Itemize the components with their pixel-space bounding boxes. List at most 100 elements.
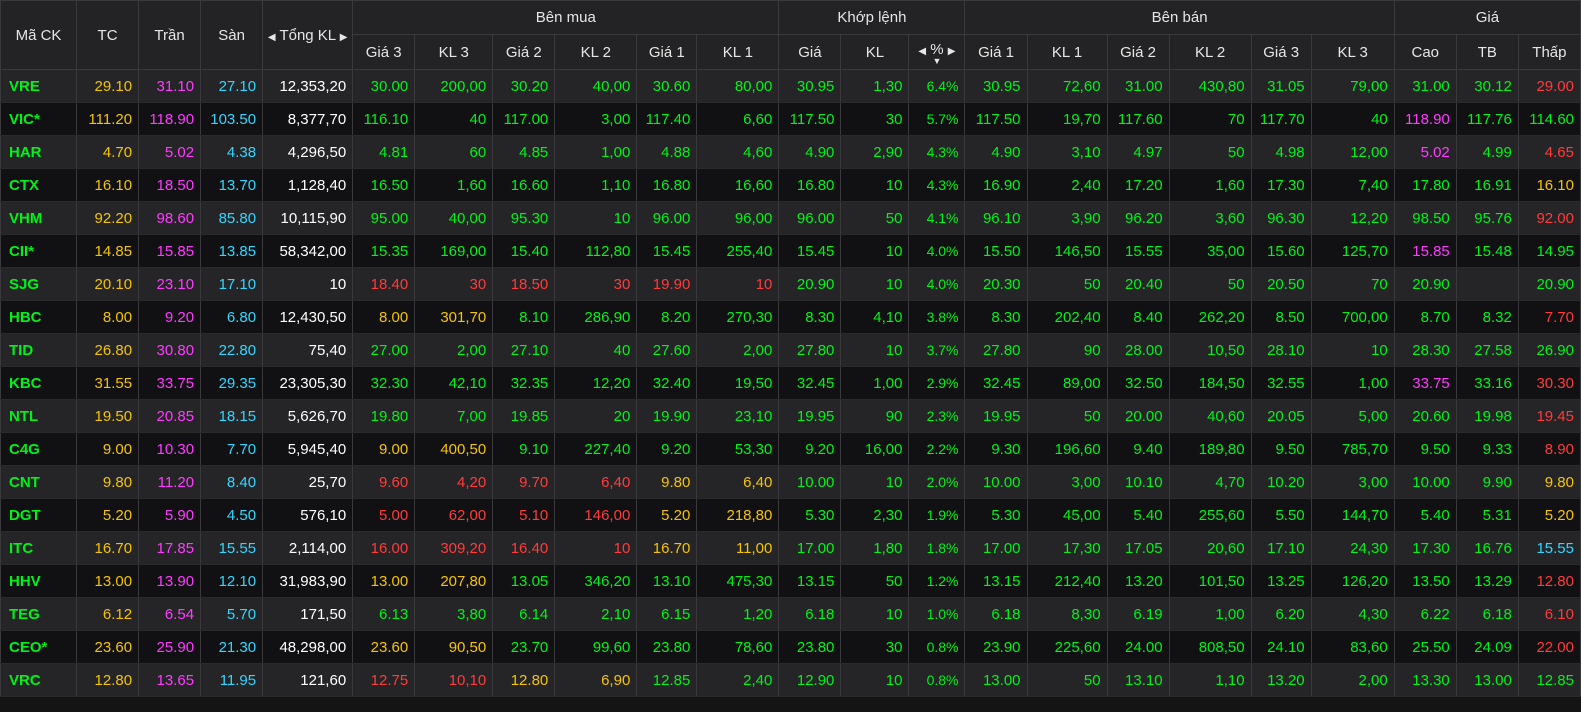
header-buy-g3[interactable]: Giá 3 [352, 34, 416, 70]
caret-left-icon[interactable]: ◀ [918, 46, 926, 57]
table-row[interactable]: ITC 16.70 17.85 15.55 2,114,00 16.00 309,20 16.… [0, 531, 1581, 565]
table-row[interactable]: VRE 29.10 31.10 27.10 12,353,20 30.00 200,00 30… [0, 69, 1581, 103]
cell-buy-kl1: 53,30 [696, 432, 780, 466]
header-symbol[interactable]: Mã CK [0, 0, 78, 70]
cell-high: 9.50 [1393, 432, 1457, 466]
cell-match-vol: 10 [840, 597, 910, 631]
cell-symbol[interactable]: HHV [0, 564, 78, 598]
header-high[interactable]: Cao [1393, 34, 1457, 70]
cell-low: 5.20 [1517, 498, 1581, 532]
header-sell-kl3[interactable]: KL 3 [1310, 34, 1395, 70]
cell-symbol[interactable]: VRC [0, 663, 78, 697]
cell-buy-g1: 9.80 [636, 465, 698, 499]
cell-sell-kl3: 1,00 [1310, 366, 1395, 400]
caret-right-icon[interactable]: ▶ [948, 46, 956, 57]
cell-buy-kl2: 20 [554, 399, 638, 433]
table-row[interactable]: CNT 9.80 11.20 8.40 25,70 9.60 4,20 9.70 6,40 9.8… [0, 465, 1581, 499]
cell-symbol[interactable]: HAR [0, 135, 78, 169]
table-row[interactable]: VRC 12.80 13.65 11.95 121,60 12.75 10,10 12.80 6… [0, 663, 1581, 697]
cell-match-price: 13.15 [778, 564, 842, 598]
header-buy-kl1[interactable]: KL 1 [696, 34, 780, 70]
header-buy-kl2[interactable]: KL 2 [554, 34, 638, 70]
cell-symbol[interactable]: KBC [0, 366, 78, 400]
table-row[interactable]: CII* 14.85 15.85 13.85 58,342,00 15.35 169,00 1… [0, 234, 1581, 268]
header-sell-kl2[interactable]: KL 2 [1168, 34, 1252, 70]
cell-symbol[interactable]: TEG [0, 597, 78, 631]
header-avg[interactable]: TB [1455, 34, 1519, 70]
header-buy-g1[interactable]: Giá 1 [636, 34, 698, 70]
sort-desc-icon[interactable]: ▼ [909, 56, 964, 65]
table-row[interactable]: HBC 8.00 9.20 6.80 12,430,50 8.00 301,70 8.10 28… [0, 300, 1581, 334]
cell-sell-g1: 117.50 [964, 102, 1028, 136]
cell-match-vol: 1,30 [840, 69, 910, 103]
cell-sell-g2: 17.05 [1106, 531, 1170, 565]
cell-symbol[interactable]: VRE [0, 69, 78, 103]
cell-symbol[interactable]: CNT [0, 465, 78, 499]
cell-sell-g2: 13.20 [1106, 564, 1170, 598]
cell-avg: 24.09 [1455, 630, 1519, 664]
header-sell-kl1[interactable]: KL 1 [1026, 34, 1108, 70]
cell-symbol[interactable]: HBC [0, 300, 78, 334]
header-buy-g2[interactable]: Giá 2 [492, 34, 556, 70]
caret-left-icon[interactable]: ◀ [268, 32, 276, 43]
cell-ref: 31.55 [76, 366, 140, 400]
cell-symbol[interactable]: CEO* [0, 630, 78, 664]
cell-ref: 4.70 [76, 135, 140, 169]
cell-sell-kl1: 3,10 [1026, 135, 1108, 169]
cell-sell-g2: 9.40 [1106, 432, 1170, 466]
header-match-pct[interactable]: ◀ % ▶ ▼ [908, 34, 966, 70]
cell-symbol[interactable]: NTL [0, 399, 78, 433]
cell-symbol[interactable]: VIC* [0, 102, 78, 136]
table-row[interactable]: VHM 92.20 98.60 85.80 10,115,90 95.00 40,00 95.… [0, 201, 1581, 235]
cell-sell-g1: 20.30 [964, 267, 1028, 301]
header-match-price[interactable]: Giá [778, 34, 842, 70]
header-sell-g1[interactable]: Giá 1 [964, 34, 1028, 70]
cell-match-pct: 1.8% [908, 531, 966, 565]
table-row[interactable]: NTL 19.50 20.85 18.15 5,626,70 19.80 7,00 19.85… [0, 399, 1581, 433]
cell-buy-g1: 6.15 [636, 597, 698, 631]
table-row[interactable]: CEO* 23.60 25.90 21.30 48,298,00 23.60 90,50 23… [0, 630, 1581, 664]
header-total-volume[interactable]: ◀ Tổng KL ▶ [262, 0, 354, 70]
cell-symbol[interactable]: DGT [0, 498, 78, 532]
table-row[interactable]: KBC 31.55 33.75 29.35 23,305,30 32.30 42,10 32.… [0, 366, 1581, 400]
cell-symbol[interactable]: CTX [0, 168, 78, 202]
header-ceil[interactable]: Trần [138, 0, 202, 70]
table-row[interactable]: CTX 16.10 18.50 13.70 1,128,40 16.50 1,60 16.60… [0, 168, 1581, 202]
caret-right-icon[interactable]: ▶ [340, 32, 348, 43]
cell-sell-kl1: 8,30 [1026, 597, 1108, 631]
header-buy-kl3[interactable]: KL 3 [414, 34, 494, 70]
table-row[interactable]: SJG 20.10 23.10 17.10 10 18.40 30 18.50 30 19.90 1… [0, 267, 1581, 301]
cell-symbol[interactable]: CII* [0, 234, 78, 268]
cell-sell-kl3: 3,00 [1310, 465, 1395, 499]
cell-symbol[interactable]: TID [0, 333, 78, 367]
cell-sell-kl1: 202,40 [1026, 300, 1108, 334]
table-row[interactable]: TEG 6.12 6.54 5.70 171,50 6.13 3,80 6.14 2,10 6.1… [0, 597, 1581, 631]
cell-match-price: 16.80 [778, 168, 842, 202]
cell-symbol[interactable]: C4G [0, 432, 78, 466]
table-row[interactable]: HAR 4.70 5.02 4.38 4,296,50 4.81 60 4.85 1,00 4.8… [0, 135, 1581, 169]
table-row[interactable]: TID 26.80 30.80 22.80 75,40 27.00 2,00 27.10 40 2… [0, 333, 1581, 367]
cell-symbol[interactable]: VHM [0, 201, 78, 235]
table-row[interactable]: VIC* 111.20 118.90 103.50 8,377,70 116.10 40 11… [0, 102, 1581, 136]
header-match-vol[interactable]: KL [840, 34, 910, 70]
cell-ref: 6.12 [76, 597, 140, 631]
table-row[interactable]: C4G 9.00 10.30 7.70 5,945,40 9.00 400,50 9.10 22… [0, 432, 1581, 466]
cell-low: 12.85 [1517, 663, 1581, 697]
cell-ceil: 9.20 [138, 300, 202, 334]
table-row[interactable]: HHV 13.00 13.90 12.10 31,983,90 13.00 207,80 13… [0, 564, 1581, 598]
cell-symbol[interactable]: ITC [0, 531, 78, 565]
header-sell-g3[interactable]: Giá 3 [1250, 34, 1312, 70]
cell-buy-kl1: 475,30 [696, 564, 780, 598]
header-ref[interactable]: TC [76, 0, 140, 70]
cell-buy-g3: 30.00 [352, 69, 416, 103]
cell-symbol[interactable]: SJG [0, 267, 78, 301]
cell-ceil: 5.90 [138, 498, 202, 532]
cell-sell-kl3: 83,60 [1310, 630, 1395, 664]
header-low[interactable]: Thấp [1517, 34, 1581, 70]
cell-sell-kl1: 196,60 [1026, 432, 1108, 466]
header-floor[interactable]: Sàn [200, 0, 264, 70]
table-row[interactable]: DGT 5.20 5.90 4.50 576,10 5.00 62,00 5.10 146,00… [0, 498, 1581, 532]
cell-match-price: 9.20 [778, 432, 842, 466]
cell-buy-kl3: 301,70 [414, 300, 494, 334]
header-sell-g2[interactable]: Giá 2 [1106, 34, 1170, 70]
